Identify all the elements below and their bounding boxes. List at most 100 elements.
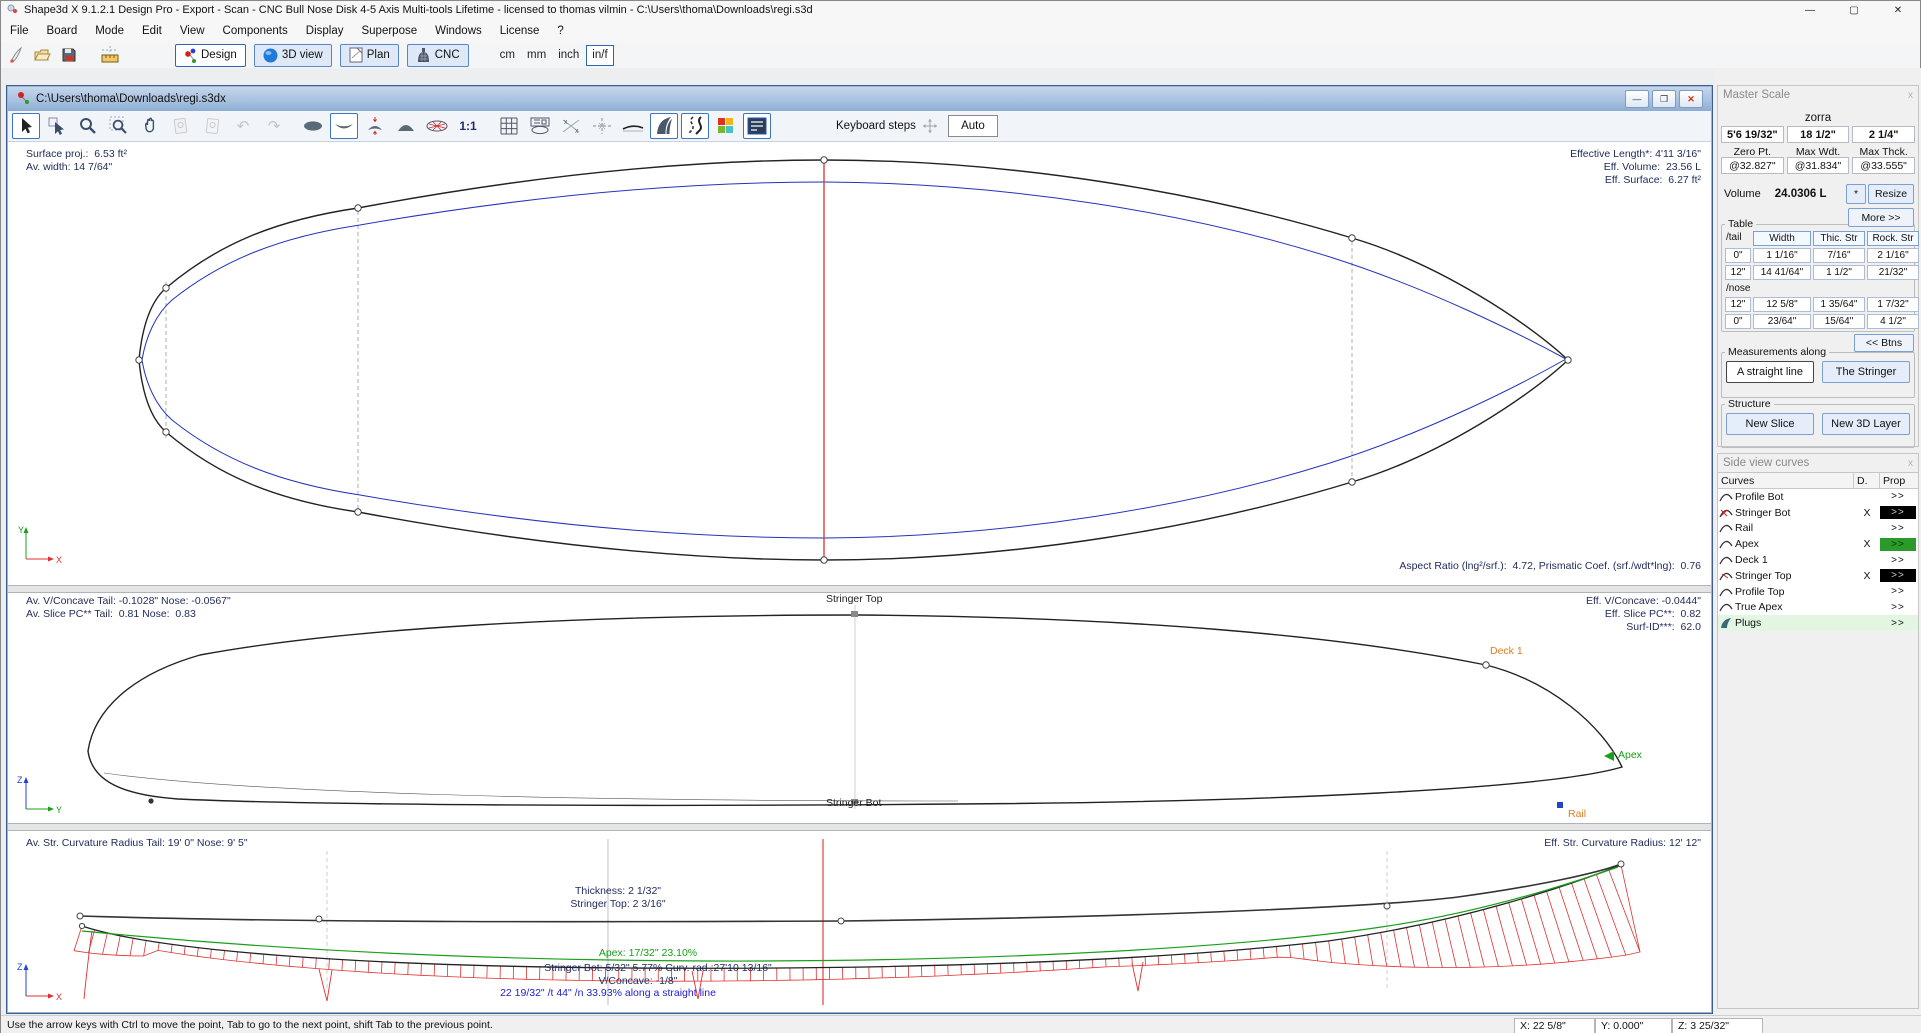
menu-board[interactable]: Board [38,19,87,42]
max-thck-value[interactable]: @33.555" [1852,157,1915,174]
prop-button[interactable]: >> [1880,601,1916,614]
the-stringer-button[interactable]: The Stringer [1822,361,1910,383]
cnc-button[interactable]: CNC [407,44,469,67]
tail-row0-thic[interactable]: 7/16" [1813,248,1865,263]
star-button[interactable]: * [1846,184,1866,204]
curve-row-profile-top[interactable]: Profile Top >> [1718,584,1918,600]
prop-button[interactable]: >> [1880,490,1916,503]
axes-cross-tool[interactable] [588,113,616,139]
maximize-button[interactable]: ▢ [1832,1,1876,19]
tail-row0-pos[interactable]: 0" [1725,248,1751,263]
curve-row-stringer-top[interactable]: Stringer Top X >> [1718,568,1918,584]
tail-row0-rock[interactable]: 2 1/16" [1867,248,1919,263]
properties-panel-tool[interactable] [743,113,771,139]
pen-tool-icon[interactable] [1,44,28,66]
zoom-tool[interactable] [74,113,102,139]
guidelines-tool[interactable]: xx [557,113,585,139]
menu-display[interactable]: Display [297,19,353,42]
view-splitter-1[interactable] [8,585,1711,593]
curve-row-deck1[interactable]: Deck 1 >> [1718,552,1918,568]
curvature-tool[interactable] [681,113,709,139]
rail-label[interactable]: Rail [1568,808,1586,821]
colors-tool[interactable] [712,113,740,139]
menu-windows[interactable]: Windows [426,19,491,42]
nose-row0-rock[interactable]: 1 7/32" [1867,297,1919,312]
new-3d-layer-button[interactable]: New 3D Layer [1822,413,1910,435]
deck1-label[interactable]: Deck 1 [1490,645,1523,658]
tail-row1-width[interactable]: 14 41/64" [1753,265,1811,280]
menu-view[interactable]: View [171,19,214,42]
menu-license[interactable]: License [491,19,549,42]
thickness-view-tool[interactable] [361,113,389,139]
prop-button[interactable]: >> [1880,585,1916,598]
board-name[interactable]: zorra [1718,112,1918,124]
unit-mm[interactable]: mm [522,49,551,61]
profile-view-canvas[interactable]: Av. V/Concave Tail: -0.1028" Nose: -0.05… [8,593,1711,823]
apex-label[interactable]: Apex [1618,749,1642,762]
prop-button[interactable]: >> [1880,522,1916,535]
nose-row0-width[interactable]: 12 5/8" [1753,297,1811,312]
doc-restore-button[interactable]: ❐ [1652,90,1676,108]
curve-row-stringer-bot[interactable]: Stringer Bot X >> [1718,505,1918,521]
open-file-icon[interactable] [28,44,55,66]
curve-row-rail[interactable]: Rail >> [1718,521,1918,537]
tail-row0-width[interactable]: 1 1/16" [1753,248,1811,263]
design-mode-button[interactable]: Design [175,44,246,67]
outline-view-canvas[interactable]: Surface proj.: 6.53 ft² Av. width: 14 7/… [8,142,1711,585]
menu-edit[interactable]: Edit [133,19,171,42]
document-titlebar[interactable]: C:\Users\thoma\Downloads\regi.s3dx — ❐ ✕ [8,87,1711,112]
view-splitter-2[interactable] [8,823,1711,831]
curve-row-apex[interactable]: Apex X >> [1718,536,1918,552]
straight-line-button[interactable]: A straight line [1726,361,1814,383]
nose-row1-rock[interactable]: 4 1/2" [1867,314,1919,329]
nose-row0-pos[interactable]: 12" [1725,297,1751,312]
doc-close-button[interactable]: ✕ [1679,90,1703,108]
pan-hand-tool[interactable] [136,113,164,139]
zero-pt-value[interactable]: @32.827" [1721,157,1784,174]
curve-row-true-apex[interactable]: True Apex >> [1718,600,1918,616]
tail-row1-thic[interactable]: 1 1/2" [1813,265,1865,280]
ruler-icon[interactable] [96,44,123,66]
prop-button[interactable]: >> [1880,554,1916,567]
prop-button[interactable]: >> [1880,506,1916,519]
copy-slice-tool[interactable] [167,113,195,139]
more-button[interactable]: More >> [1848,208,1914,227]
profile-view-tool[interactable] [330,113,358,139]
prop-button[interactable]: >> [1880,569,1916,582]
new-slice-button[interactable]: New Slice [1726,413,1814,435]
auto-button[interactable]: Auto [948,115,998,137]
select-tool[interactable] [12,113,40,139]
fin-tool[interactable] [650,113,678,139]
resize-button[interactable]: Resize [1868,184,1914,204]
zoom-area-tool[interactable] [105,113,133,139]
outline-view-tool[interactable] [299,113,327,139]
nose-row1-thic[interactable]: 15/64" [1813,314,1865,329]
curvature-view-canvas[interactable]: Av. Str. Curvature Radius Tail: 19' 0" N… [8,831,1711,1012]
tail-row1-rock[interactable]: 21/32" [1867,265,1919,280]
select-copy-tool[interactable] [43,113,71,139]
3d-view-button[interactable]: 3D view [254,44,332,67]
close-button[interactable]: ✕ [1876,1,1920,19]
nose-row1-pos[interactable]: 0" [1725,314,1751,329]
menu-file[interactable]: File [1,19,38,42]
dimensions-tool[interactable] [526,113,554,139]
plan-button[interactable]: Plan [340,44,399,67]
unit-inf[interactable]: in/f [586,45,613,66]
tail-row1-pos[interactable]: 12" [1725,265,1751,280]
nose-row0-thic[interactable]: 1 35/64" [1813,297,1865,312]
curves-panel-close-icon[interactable]: x [1908,458,1913,469]
master-scale-close-icon[interactable]: x [1908,90,1913,101]
scale-1-1-button[interactable]: 1:1 [454,113,482,139]
curve-row-plugs[interactable]: Plugs >> [1718,615,1918,631]
board-width-value[interactable]: 18 1/2" [1787,126,1850,143]
prop-button[interactable]: >> [1880,617,1916,630]
prop-button[interactable]: >> [1880,538,1916,551]
col-rock-header[interactable]: Rock. Str [1867,231,1919,246]
doc-minimize-button[interactable]: — [1625,90,1649,108]
btns-toggle-button[interactable]: << Btns [1854,334,1914,352]
curve-row-profile-bot[interactable]: Profile Bot >> [1718,489,1918,505]
menu-mode[interactable]: Mode [86,19,133,42]
menu-components[interactable]: Components [214,19,297,42]
menu-help[interactable]: ? [548,19,572,42]
menu-superpose[interactable]: Superpose [352,19,426,42]
